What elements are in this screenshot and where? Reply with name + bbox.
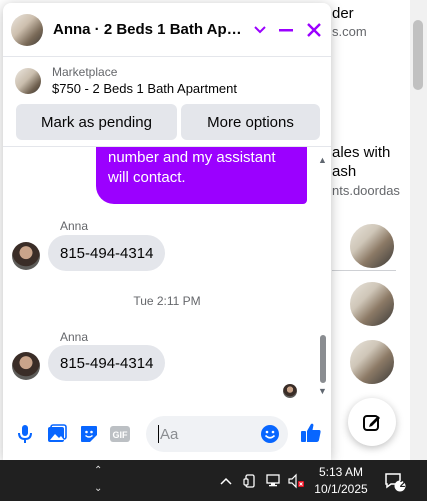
- incoming-message-bubble: 815-494-4314: [48, 235, 166, 271]
- clock-date: 10/1/2025: [314, 482, 368, 496]
- text-caret: [158, 425, 159, 443]
- compose-icon: [363, 415, 380, 431]
- clock-time: 5:13 AM: [318, 465, 364, 479]
- taskbar-scroll-arrows[interactable]: ⌃ ⌄: [94, 462, 102, 498]
- read-receipt-avatar: [283, 384, 297, 398]
- svg-text:GIF: GIF: [113, 430, 129, 440]
- photo-icon[interactable]: [46, 423, 68, 445]
- chat-window: Anna · 2 Beds 1 Bath Apart… Marketplace …: [3, 3, 331, 460]
- chat-header[interactable]: Anna · 2 Beds 1 Bath Apart…: [3, 3, 331, 57]
- volume-muted-icon[interactable]: [287, 472, 305, 490]
- chat-title[interactable]: Anna · 2 Beds 1 Bath Apart…: [53, 21, 249, 38]
- taskbar-clock[interactable]: 5:13 AM 10/1/2025: [312, 464, 370, 498]
- chat-head-avatar[interactable]: [348, 338, 396, 386]
- avatar[interactable]: [12, 242, 40, 270]
- network-icon[interactable]: [265, 472, 283, 490]
- message-composer: GIF Aa: [3, 406, 331, 460]
- scroll-up-arrow-icon[interactable]: ▲: [318, 155, 327, 165]
- page-scrollbar-thumb[interactable]: [413, 20, 423, 90]
- message-scrollbar-thumb[interactable]: [320, 335, 326, 383]
- bg-url-text: s.com: [332, 24, 367, 39]
- message-timestamp: Tue 2:11 PM: [133, 294, 201, 308]
- avatar[interactable]: [11, 13, 43, 46]
- emoji-icon[interactable]: [259, 423, 281, 445]
- outgoing-message-bubble: number and my assistant will contact.: [96, 147, 307, 204]
- chat-head-avatar[interactable]: [348, 222, 396, 270]
- gif-icon[interactable]: GIF: [109, 423, 131, 445]
- phone-link-icon[interactable]: [241, 472, 259, 490]
- show-hidden-icons-chevron-icon[interactable]: [217, 472, 235, 490]
- minimize-icon[interactable]: [276, 20, 296, 40]
- scroll-down-arrow-icon[interactable]: ▼: [318, 386, 327, 396]
- mark-as-pending-button[interactable]: Mark as pending: [16, 104, 177, 140]
- notification-badge: 2: [399, 479, 406, 490]
- listing-thumbnail: [15, 68, 41, 94]
- avatar[interactable]: [12, 352, 40, 380]
- message-list[interactable]: number and my assistant will contact. An…: [3, 146, 331, 401]
- marketplace-label: Marketplace: [52, 65, 118, 79]
- sender-name: Anna: [60, 219, 89, 233]
- close-icon[interactable]: [304, 20, 324, 40]
- marketplace-listing[interactable]: Marketplace $750 - 2 Beds 1 Bath Apartme…: [3, 58, 331, 104]
- incoming-message-bubble: 815-494-4314: [48, 345, 166, 381]
- message-input-placeholder: Aa: [160, 425, 179, 443]
- notification-center-icon[interactable]: 2: [384, 471, 406, 493]
- sender-name: Anna: [60, 330, 89, 344]
- thumbs-up-icon[interactable]: [298, 421, 324, 445]
- bg-url-text-2: nts.doordas: [332, 183, 400, 198]
- listing-title: $750 - 2 Beds 1 Bath Apartment: [52, 81, 238, 96]
- sticker-icon[interactable]: [78, 423, 100, 445]
- chevron-down-icon[interactable]: [250, 20, 270, 40]
- chat-head-avatar[interactable]: [348, 280, 396, 328]
- new-message-button[interactable]: [348, 398, 396, 446]
- bg-heading-text-2: ales with ash: [332, 144, 391, 180]
- bg-heading-text: der: [332, 5, 354, 22]
- microphone-icon[interactable]: [14, 423, 36, 445]
- divider: [332, 270, 396, 271]
- more-options-button[interactable]: More options: [181, 104, 320, 140]
